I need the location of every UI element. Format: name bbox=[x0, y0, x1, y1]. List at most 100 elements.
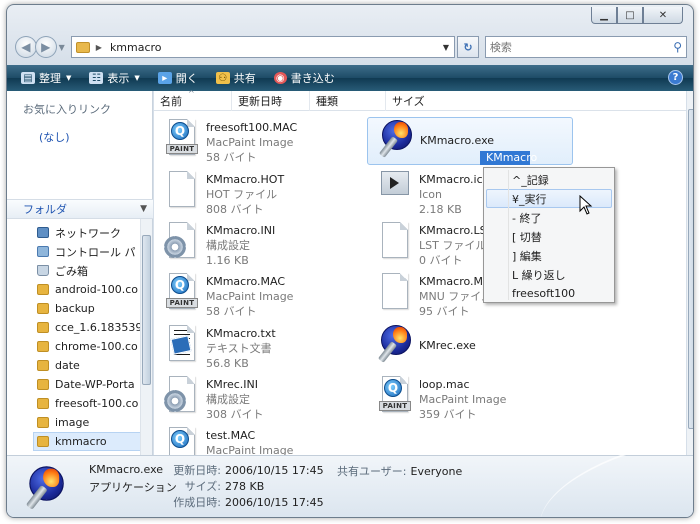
menu-item-exit[interactable]: - 終了 bbox=[486, 208, 612, 227]
detail-size: 278 KB bbox=[225, 480, 265, 493]
views-button[interactable]: ☷ 表示 ▼ bbox=[85, 67, 143, 89]
recycle-bin-icon bbox=[37, 265, 49, 276]
file-tile[interactable]: KMrec.INI 構成設定 308 バイト bbox=[154, 374, 360, 422]
folders-title: フォルダ bbox=[23, 203, 67, 216]
chevron-down-icon: ▼ bbox=[66, 74, 72, 82]
share-button[interactable]: ⚇ 共有 bbox=[212, 67, 260, 89]
file-tile[interactable]: KMmacro.INI 構成設定 1.16 KB bbox=[154, 220, 360, 268]
column-header-type[interactable]: 種類 bbox=[310, 91, 386, 111]
tree-item-folder[interactable]: android-100.co bbox=[37, 280, 141, 299]
detail-label: 共有ユーザー: bbox=[337, 465, 407, 478]
search-input[interactable] bbox=[489, 40, 674, 54]
file-type: テキスト文書 bbox=[206, 342, 272, 355]
folder-icon bbox=[37, 322, 49, 333]
menu-item-switch[interactable]: [ 切替 bbox=[486, 227, 612, 246]
tree-item-label: ごみ箱 bbox=[55, 264, 88, 278]
file-size: 56.8 KB bbox=[206, 357, 249, 370]
file-tile[interactable]: Q PAINT KMmacro.MAC MacPaint Image 58 バイト bbox=[154, 271, 360, 319]
column-header-size[interactable]: サイズ bbox=[386, 91, 466, 111]
refresh-button[interactable]: ↻ bbox=[457, 36, 479, 58]
menu-item-run[interactable]: ¥_実行 bbox=[486, 189, 612, 208]
caption-buttons: ▁ □ ✕ bbox=[591, 7, 683, 24]
open-button[interactable]: ▸ 開く bbox=[154, 67, 202, 89]
details-pane: KMmacro.exe アプリケーション 更新日時: 2006/10/15 17:… bbox=[7, 442, 693, 517]
tree-item-label: date bbox=[55, 359, 80, 372]
tree-item-kmmacro-selected[interactable]: kmmacro bbox=[33, 432, 141, 451]
file-size: 1.16 KB bbox=[206, 254, 249, 267]
menu-item-freesoft100[interactable]: freesoft100 bbox=[486, 284, 612, 303]
close-button[interactable]: ✕ bbox=[643, 7, 683, 24]
file-size: 308 バイト bbox=[206, 408, 264, 421]
file-list-scrollbar[interactable] bbox=[687, 91, 693, 455]
torch-app-icon bbox=[377, 323, 411, 365]
recent-pages-dropdown[interactable]: ▼ bbox=[59, 43, 65, 52]
organize-button[interactable]: ▤ 整理 ▼ bbox=[17, 67, 75, 89]
folder-tree-scrollbar[interactable] bbox=[140, 219, 152, 455]
file-tile-selected[interactable]: KMmacro.exe bbox=[367, 117, 573, 165]
detail-created: 2006/10/15 17:45 bbox=[225, 496, 324, 509]
file-tile[interactable]: KMmacro.HOT HOT ファイル 808 バイト bbox=[154, 169, 360, 217]
column-header-date[interactable]: 更新日時 bbox=[232, 91, 310, 111]
forward-button[interactable]: ▶ bbox=[34, 36, 57, 58]
folders-header[interactable]: フォルダ ▼ bbox=[7, 199, 153, 219]
macpaint-icon: Q PAINT bbox=[164, 117, 198, 159]
scrollbar-thumb[interactable] bbox=[688, 109, 693, 429]
maximize-button[interactable]: □ bbox=[617, 7, 643, 24]
navigation-pane: お気に入りリンク (なし) フォルダ ▼ ネットワーク コントロール パ ごみ箱… bbox=[7, 91, 153, 467]
views-label: 表示 bbox=[107, 72, 130, 85]
menu-item-repeat[interactable]: L 繰り返し bbox=[486, 265, 612, 284]
breadcrumb-chevron-icon[interactable]: ▶ bbox=[96, 43, 102, 52]
chevron-down-icon[interactable]: ▼ bbox=[140, 204, 147, 214]
favorite-links-none[interactable]: (なし) bbox=[39, 129, 70, 145]
ico-file-icon bbox=[377, 169, 411, 211]
file-size: 58 バイト bbox=[206, 305, 257, 318]
file-type: MacPaint Image bbox=[206, 136, 294, 149]
folder-icon bbox=[37, 284, 49, 295]
macpaint-icon: Q bbox=[164, 425, 198, 455]
file-name: freesoft100.MAC bbox=[206, 121, 298, 134]
config-file-icon bbox=[164, 374, 198, 416]
minimize-button[interactable]: ▁ bbox=[591, 7, 617, 24]
detail-shared-with: 共有ユーザー: Everyone bbox=[337, 463, 462, 479]
macpaint-icon: Q PAINT bbox=[164, 271, 198, 313]
menu-item-record[interactable]: ^_記録 bbox=[486, 170, 612, 189]
tree-item-folder[interactable]: cce_1.6.183539 bbox=[37, 318, 141, 337]
file-tile[interactable]: Q PAINT loop.mac MacPaint Image 359 バイト bbox=[367, 374, 573, 422]
open-label: 開く bbox=[175, 72, 198, 85]
folder-icon bbox=[37, 360, 49, 371]
file-tile[interactable]: Q test.MAC MacPaint Image bbox=[154, 425, 360, 455]
tree-item-control-panel[interactable]: コントロール パ bbox=[37, 242, 141, 261]
detail-properties: 更新日時: 2006/10/15 17:45 サイズ: 278 KB 作成日時: 20… bbox=[163, 463, 324, 511]
tree-item-recycle-bin[interactable]: ごみ箱 bbox=[37, 261, 141, 280]
file-name: test.MAC bbox=[206, 429, 256, 442]
tree-item-label: freesoft-100.co bbox=[55, 397, 139, 410]
sort-ascending-icon: ^ bbox=[188, 89, 195, 98]
search-box[interactable]: ⚲ bbox=[484, 36, 688, 58]
tree-item-folder[interactable]: date bbox=[37, 356, 141, 375]
file-tile[interactable]: KMrec.exe bbox=[367, 323, 573, 371]
organize-icon: ▤ bbox=[21, 72, 35, 84]
file-type: MacPaint Image bbox=[206, 290, 294, 303]
tree-item-folder[interactable]: backup bbox=[37, 299, 141, 318]
back-button[interactable]: ◀ bbox=[15, 36, 37, 58]
menu-item-edit[interactable]: ] 編集 bbox=[486, 246, 612, 265]
burn-button[interactable]: ◉ 書き込む bbox=[270, 67, 339, 89]
address-path[interactable]: kmmacro bbox=[110, 41, 438, 54]
scrollbar-thumb[interactable] bbox=[142, 235, 151, 385]
tree-item-folder[interactable]: chrome-100.co bbox=[37, 337, 141, 356]
column-header-name[interactable]: ^ 名前 bbox=[154, 89, 232, 111]
tree-item-folder[interactable]: image bbox=[37, 413, 141, 432]
file-tile[interactable]: Q PAINT freesoft100.MAC MacPaint Image 58 バ… bbox=[154, 117, 360, 165]
tree-item-folder[interactable]: Date-WP-Porta bbox=[37, 375, 141, 394]
tree-item-folder[interactable]: freesoft-100.co bbox=[37, 394, 141, 413]
column-header-label: サイズ bbox=[392, 95, 425, 108]
search-icon[interactable]: ⚲ bbox=[673, 40, 682, 54]
address-dropdown-icon[interactable]: ▼ bbox=[438, 43, 454, 52]
control-panel-icon bbox=[37, 246, 49, 257]
file-name: KMrec.exe bbox=[419, 339, 476, 352]
help-button[interactable]: ? bbox=[668, 70, 683, 85]
tree-item-network[interactable]: ネットワーク bbox=[37, 223, 141, 242]
share-icon: ⚇ bbox=[215, 72, 230, 84]
address-bar[interactable]: ▶ kmmacro ▼ bbox=[70, 36, 456, 58]
file-tile[interactable]: KMmacro.txt テキスト文書 56.8 KB bbox=[154, 323, 360, 371]
